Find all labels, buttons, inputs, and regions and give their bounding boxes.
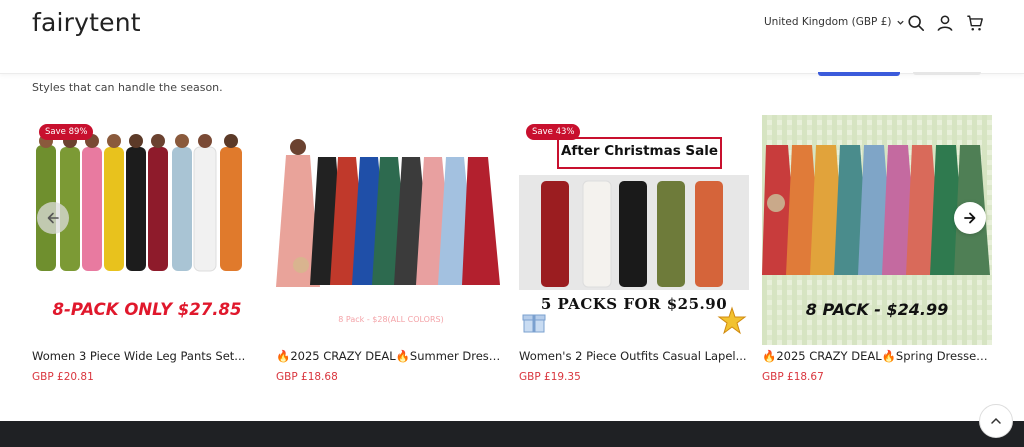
locale-label: United Kingdom (GBP £) — [764, 16, 892, 28]
site-footer — [0, 421, 1024, 447]
gift-icon — [522, 314, 546, 333]
product-title[interactable]: Women 3 Piece Wide Leg Pants Set... — [32, 349, 262, 363]
product-promo-text: 8 PACK - $24.99 — [805, 300, 949, 319]
product-card[interactable]: After Christmas Sale 5 PACKS FOR $25.90 … — [519, 115, 749, 390]
search-icon[interactable] — [907, 14, 925, 32]
product-card[interactable]: 8 Pack - $28(ALL COLORS) 🔥2025 CRAZY DEA… — [276, 115, 506, 390]
arrow-right-icon — [964, 212, 976, 224]
locale-selector[interactable]: United Kingdom (GBP £) — [764, 16, 905, 28]
product-title[interactable]: 🔥2025 CRAZY DEAL🔥Spring Dresses f... — [762, 349, 992, 363]
product-image[interactable]: 8-PACK ONLY $27.85 — [32, 115, 262, 345]
product-price: GBP £18.68 — [276, 371, 338, 383]
view-all-button-edge[interactable] — [818, 72, 900, 76]
product-card[interactable]: 8 PACK - $24.99 🔥2025 CRAZY DEAL🔥Spring … — [762, 115, 992, 390]
product-photo-dresses — [276, 115, 506, 345]
product-image[interactable]: 8 PACK - $24.99 — [762, 115, 992, 345]
product-title[interactable]: Women's 2 Piece Outfits Casual Lapel... — [519, 349, 749, 363]
discount-badge: Save 89% — [39, 124, 94, 140]
carousel-next-button[interactable] — [954, 202, 986, 234]
product-image[interactable]: 8 Pack - $28(ALL COLORS) — [276, 115, 506, 345]
chevron-down-icon — [896, 20, 904, 25]
sale-banner: After Christmas Sale — [557, 137, 722, 169]
chevron-up-icon — [991, 417, 1001, 424]
discount-badge: Save 43% — [526, 124, 581, 140]
product-title[interactable]: 🔥2025 CRAZY DEAL🔥Summer Dresses... — [276, 349, 506, 363]
product-price: GBP £20.81 — [32, 371, 94, 383]
sale-banner-title: After Christmas Sale — [560, 143, 719, 159]
site-logo[interactable]: fairytent — [32, 8, 141, 37]
product-price: GBP £19.35 — [519, 371, 581, 383]
carousel-prev-button[interactable] — [37, 202, 69, 234]
account-icon[interactable] — [936, 14, 954, 32]
product-promo-text: 8-PACK ONLY $27.85 — [52, 300, 242, 319]
product-card[interactable]: 8-PACK ONLY $27.85 Save 89% Women 3 Piec… — [32, 115, 262, 390]
product-price: GBP £18.67 — [762, 371, 824, 383]
back-to-top-button[interactable] — [979, 404, 1013, 438]
sparkle-icon — [717, 306, 747, 335]
site-header: fairytent United Kingdom (GBP £) — [0, 0, 1024, 74]
product-promo-text: 8 Pack - $28(ALL COLORS) — [338, 315, 444, 324]
product-promo-text: 5 PACKS FOR $25.90 — [540, 295, 728, 313]
product-image[interactable]: After Christmas Sale 5 PACKS FOR $25.90 — [519, 115, 749, 345]
arrow-left-icon — [47, 212, 59, 224]
section-subtitle: Styles that can handle the season. — [32, 81, 223, 94]
secondary-button-edge[interactable] — [913, 72, 981, 75]
cart-icon[interactable] — [966, 14, 984, 32]
